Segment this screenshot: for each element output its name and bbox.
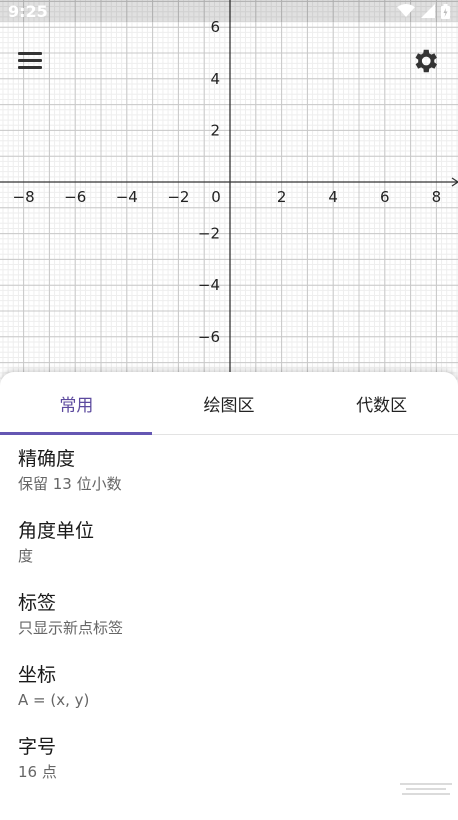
setting-coordinates[interactable]: 坐标 A = (x, y) <box>18 651 440 723</box>
y-tick-label: −6 <box>198 328 220 346</box>
setting-rounding[interactable]: 精确度 保留 13 位小数 <box>18 435 440 507</box>
y-tick-label: −4 <box>198 276 220 294</box>
x-tick-label: 2 <box>277 188 287 206</box>
gear-icon[interactable] <box>410 46 440 76</box>
setting-value: 16 点 <box>18 762 57 781</box>
status-time: 9:25 <box>8 1 48 21</box>
y-tick-label: −2 <box>198 225 220 243</box>
x-tick-label: −2 <box>167 188 189 206</box>
setting-angle-unit[interactable]: 角度单位 度 <box>18 507 440 579</box>
tab-general[interactable]: 常用 <box>0 372 153 434</box>
setting-value: 只显示新点标签 <box>18 618 124 637</box>
tab-indicator <box>0 432 152 435</box>
setting-value: A = (x, y) <box>18 690 90 709</box>
tab-graphics[interactable]: 绘图区 <box>153 372 306 434</box>
x-tick-label: 8 <box>432 188 442 206</box>
setting-value: 保留 13 位小数 <box>18 474 122 493</box>
watermark <box>400 783 452 795</box>
setting-title: 坐标 <box>18 664 57 687</box>
setting-value: 度 <box>18 546 34 565</box>
status-icons <box>397 3 450 19</box>
settings-sheet: 常用 绘图区 代数区 精确度 保留 13 位小数 角度单位 度 标签 只显示新点… <box>0 372 458 820</box>
menu-icon <box>18 52 42 55</box>
setting-title: 字号 <box>18 736 57 759</box>
battery-icon <box>441 3 450 19</box>
x-tick-label: −4 <box>116 188 138 206</box>
setting-title: 精确度 <box>18 448 76 471</box>
setting-font-size[interactable]: 字号 16 点 <box>18 723 440 795</box>
x-tick-label: 0 <box>211 188 221 206</box>
setting-title: 标签 <box>18 592 57 615</box>
status-bar: 9:25 <box>0 0 458 22</box>
wifi-icon <box>397 4 415 17</box>
y-tick-label: 4 <box>210 70 220 88</box>
setting-title: 角度单位 <box>18 520 95 543</box>
settings-list: 精确度 保留 13 位小数 角度单位 度 标签 只显示新点标签 坐标 A = (… <box>0 435 458 795</box>
signal-icon <box>421 4 435 18</box>
menu-button[interactable] <box>18 48 48 74</box>
x-tick-label: −8 <box>13 188 35 206</box>
y-tick-label: 2 <box>210 121 220 139</box>
settings-tabs: 常用 绘图区 代数区 <box>0 372 458 435</box>
tab-algebra[interactable]: 代数区 <box>305 372 458 434</box>
x-tick-label: 4 <box>328 188 338 206</box>
x-tick-label: 6 <box>380 188 390 206</box>
graphing-canvas[interactable]: −8 −6 −4 −2 0 2 4 6 8642−2−4−6 <box>0 0 458 380</box>
x-tick-label: −6 <box>64 188 86 206</box>
setting-labeling[interactable]: 标签 只显示新点标签 <box>18 579 440 651</box>
